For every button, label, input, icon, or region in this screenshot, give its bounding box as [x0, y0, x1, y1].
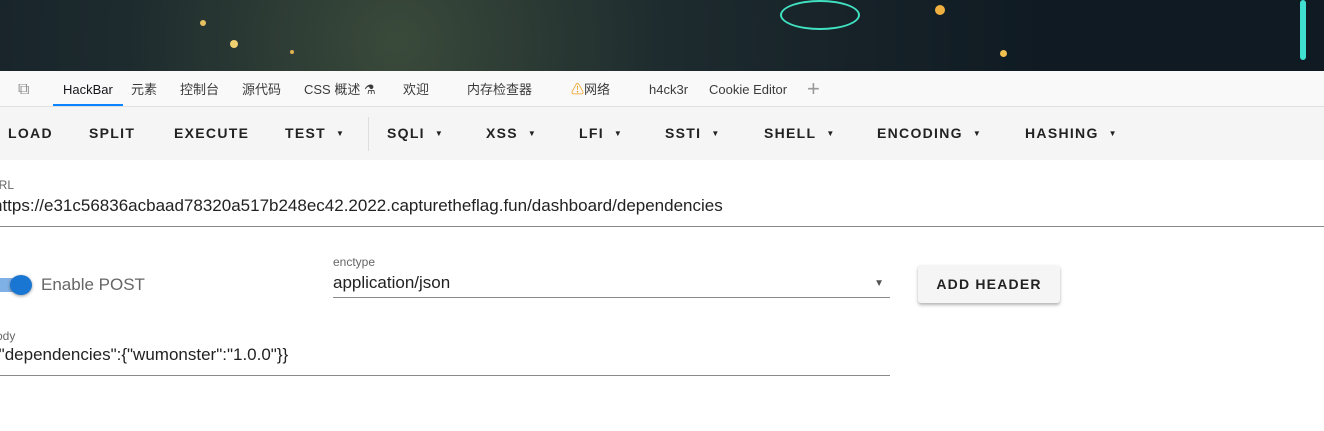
sqli-menu-button[interactable]: SQLI ▼ — [387, 107, 444, 160]
url-underline — [0, 226, 1324, 227]
label: SHELL — [764, 125, 817, 141]
enable-post-toggle[interactable] — [0, 275, 32, 295]
tab-sources[interactable]: 源代码 — [242, 71, 281, 106]
shell-menu-button[interactable]: SHELL ▼ — [764, 107, 836, 160]
tab-label: 网络 — [584, 82, 611, 97]
caret-down-icon: ▼ — [527, 129, 538, 138]
label: ENCODING — [877, 125, 963, 141]
add-header-button[interactable]: ADD HEADER — [918, 265, 1060, 303]
ssti-menu-button[interactable]: SSTI ▼ — [665, 107, 721, 160]
enable-post-label: Enable POST — [41, 275, 145, 294]
tab-cookie-editor[interactable]: Cookie Editor — [709, 71, 787, 106]
dropdown-arrow-icon: ▼ — [874, 278, 884, 289]
label: XSS — [486, 125, 518, 141]
flask-icon: ⚗ — [363, 82, 376, 97]
caret-down-icon: ▼ — [826, 129, 836, 138]
enctype-select[interactable]: application/json ▼ — [333, 272, 890, 298]
responsive-design-icon[interactable]: ⧉ — [18, 71, 29, 106]
load-button[interactable]: LOAD — [8, 107, 53, 160]
tab-h4ck3r[interactable]: h4ck3r — [649, 71, 688, 106]
tab-console[interactable]: 控制台 — [180, 71, 219, 106]
body-label: Body — [0, 329, 16, 343]
hashing-menu-button[interactable]: HASHING ▼ — [1025, 107, 1118, 160]
add-tab-icon[interactable]: + — [807, 71, 820, 106]
caret-down-icon: ▼ — [613, 129, 624, 138]
label: TEST — [285, 125, 326, 141]
devtools-tab-bar: ⧉ HackBar 元素 控制台 源代码 CSS 概述 ⚗ 欢迎 内存检查器 ⚠… — [0, 71, 1324, 107]
hackbar-toolbar: LOAD SPLIT EXECUTE TEST ▼ SQLI ▼ XSS ▼ LFI ▼… — [0, 107, 1324, 160]
xss-menu-button[interactable]: XSS ▼ — [486, 107, 537, 160]
lfi-menu-button[interactable]: LFI ▼ — [579, 107, 623, 160]
background-banner — [0, 0, 1324, 71]
tab-label: CSS 概述 — [304, 82, 361, 97]
label: HASHING — [1025, 125, 1099, 141]
tab-elements[interactable]: 元素 — [131, 71, 157, 106]
execute-button[interactable]: EXECUTE — [174, 107, 249, 160]
url-label: URL — [0, 178, 15, 192]
label: SQLI — [387, 125, 425, 141]
tab-network[interactable]: ⚠网络 — [571, 71, 610, 106]
caret-down-icon: ▼ — [434, 129, 445, 138]
tab-memory[interactable]: 内存检查器 — [467, 71, 532, 106]
toolbar-divider — [368, 117, 369, 151]
caret-down-icon: ▼ — [335, 129, 346, 138]
body-input[interactable]: {"dependencies":{"wumonster":"1.0.0"}} — [0, 345, 288, 365]
enctype-value: application/json — [333, 273, 451, 292]
warning-icon: ⚠ — [571, 82, 585, 97]
enctype-label: enctype — [333, 255, 376, 269]
split-button[interactable]: SPLIT — [89, 107, 135, 160]
caret-down-icon: ▼ — [711, 129, 721, 138]
tab-css-overview[interactable]: CSS 概述 ⚗ — [304, 71, 376, 106]
tab-hackbar[interactable]: HackBar — [53, 71, 123, 106]
url-input[interactable]: https://e31c56836acbaad78320a517b248ec42… — [0, 196, 723, 216]
label: SSTI — [665, 125, 702, 141]
label: LFI — [579, 125, 604, 141]
caret-down-icon: ▼ — [972, 129, 983, 138]
tab-welcome[interactable]: 欢迎 — [403, 71, 429, 106]
body-underline — [0, 375, 890, 376]
test-menu-button[interactable]: TEST ▼ — [285, 107, 345, 160]
caret-down-icon: ▼ — [1108, 129, 1118, 138]
encoding-menu-button[interactable]: ENCODING ▼ — [877, 107, 982, 160]
